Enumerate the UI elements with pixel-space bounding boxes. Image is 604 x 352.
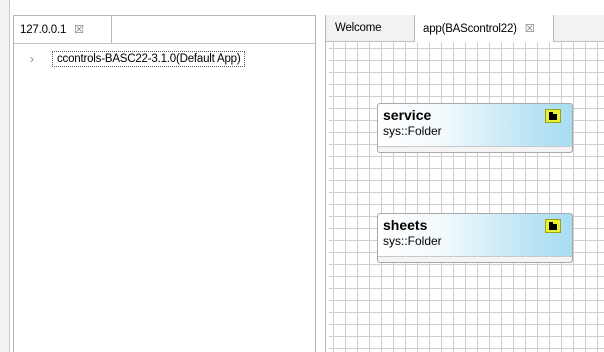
tab-app[interactable]: app(BAScontrol22) ☒ [414, 15, 554, 42]
component-node-sheets[interactable]: sheets sys::Folder [377, 213, 573, 263]
left-tab-bar: 127.0.0.1 ☒ [14, 16, 315, 44]
tab-welcome-label: Welcome [335, 22, 382, 34]
node-title: sheets [383, 217, 428, 233]
folder-icon [545, 219, 561, 233]
editor-panel: Welcome app(BAScontrol22) ☒ service sys:… [325, 15, 604, 352]
node-title: service [383, 107, 432, 123]
tab-welcome[interactable]: Welcome [326, 15, 408, 41]
node-footer [378, 146, 572, 152]
tab-device-label: 127.0.0.1 [20, 23, 67, 36]
tree-item-app[interactable]: › ccontrols-BASC22-3.1.0(Default App) [30, 50, 246, 68]
tree-item-label[interactable]: ccontrols-BASC22-3.1.0(Default App) [52, 51, 246, 67]
editor-tab-bar: Welcome app(BAScontrol22) ☒ [326, 15, 604, 42]
close-tab-icon[interactable]: ☒ [74, 23, 84, 36]
window-frame-edge [0, 0, 10, 352]
device-tree-panel: 127.0.0.1 ☒ › ccontrols-BASC22-3.1.0(Def… [13, 15, 316, 352]
close-tab-icon[interactable]: ☒ [525, 22, 535, 35]
chevron-right-icon[interactable]: › [30, 52, 52, 66]
folder-icon [545, 109, 561, 123]
tab-app-label: app(BAScontrol22) [423, 22, 517, 35]
wiresheet-canvas[interactable]: service sys::Folder sheets sys::Folder [329, 42, 604, 352]
node-type: sys::Folder [383, 234, 442, 248]
node-footer [378, 256, 572, 262]
device-tree: › ccontrols-BASC22-3.1.0(Default App) [14, 44, 315, 352]
component-node-service[interactable]: service sys::Folder [377, 103, 573, 153]
node-type: sys::Folder [383, 124, 442, 138]
tab-device[interactable]: 127.0.0.1 ☒ [14, 16, 112, 43]
